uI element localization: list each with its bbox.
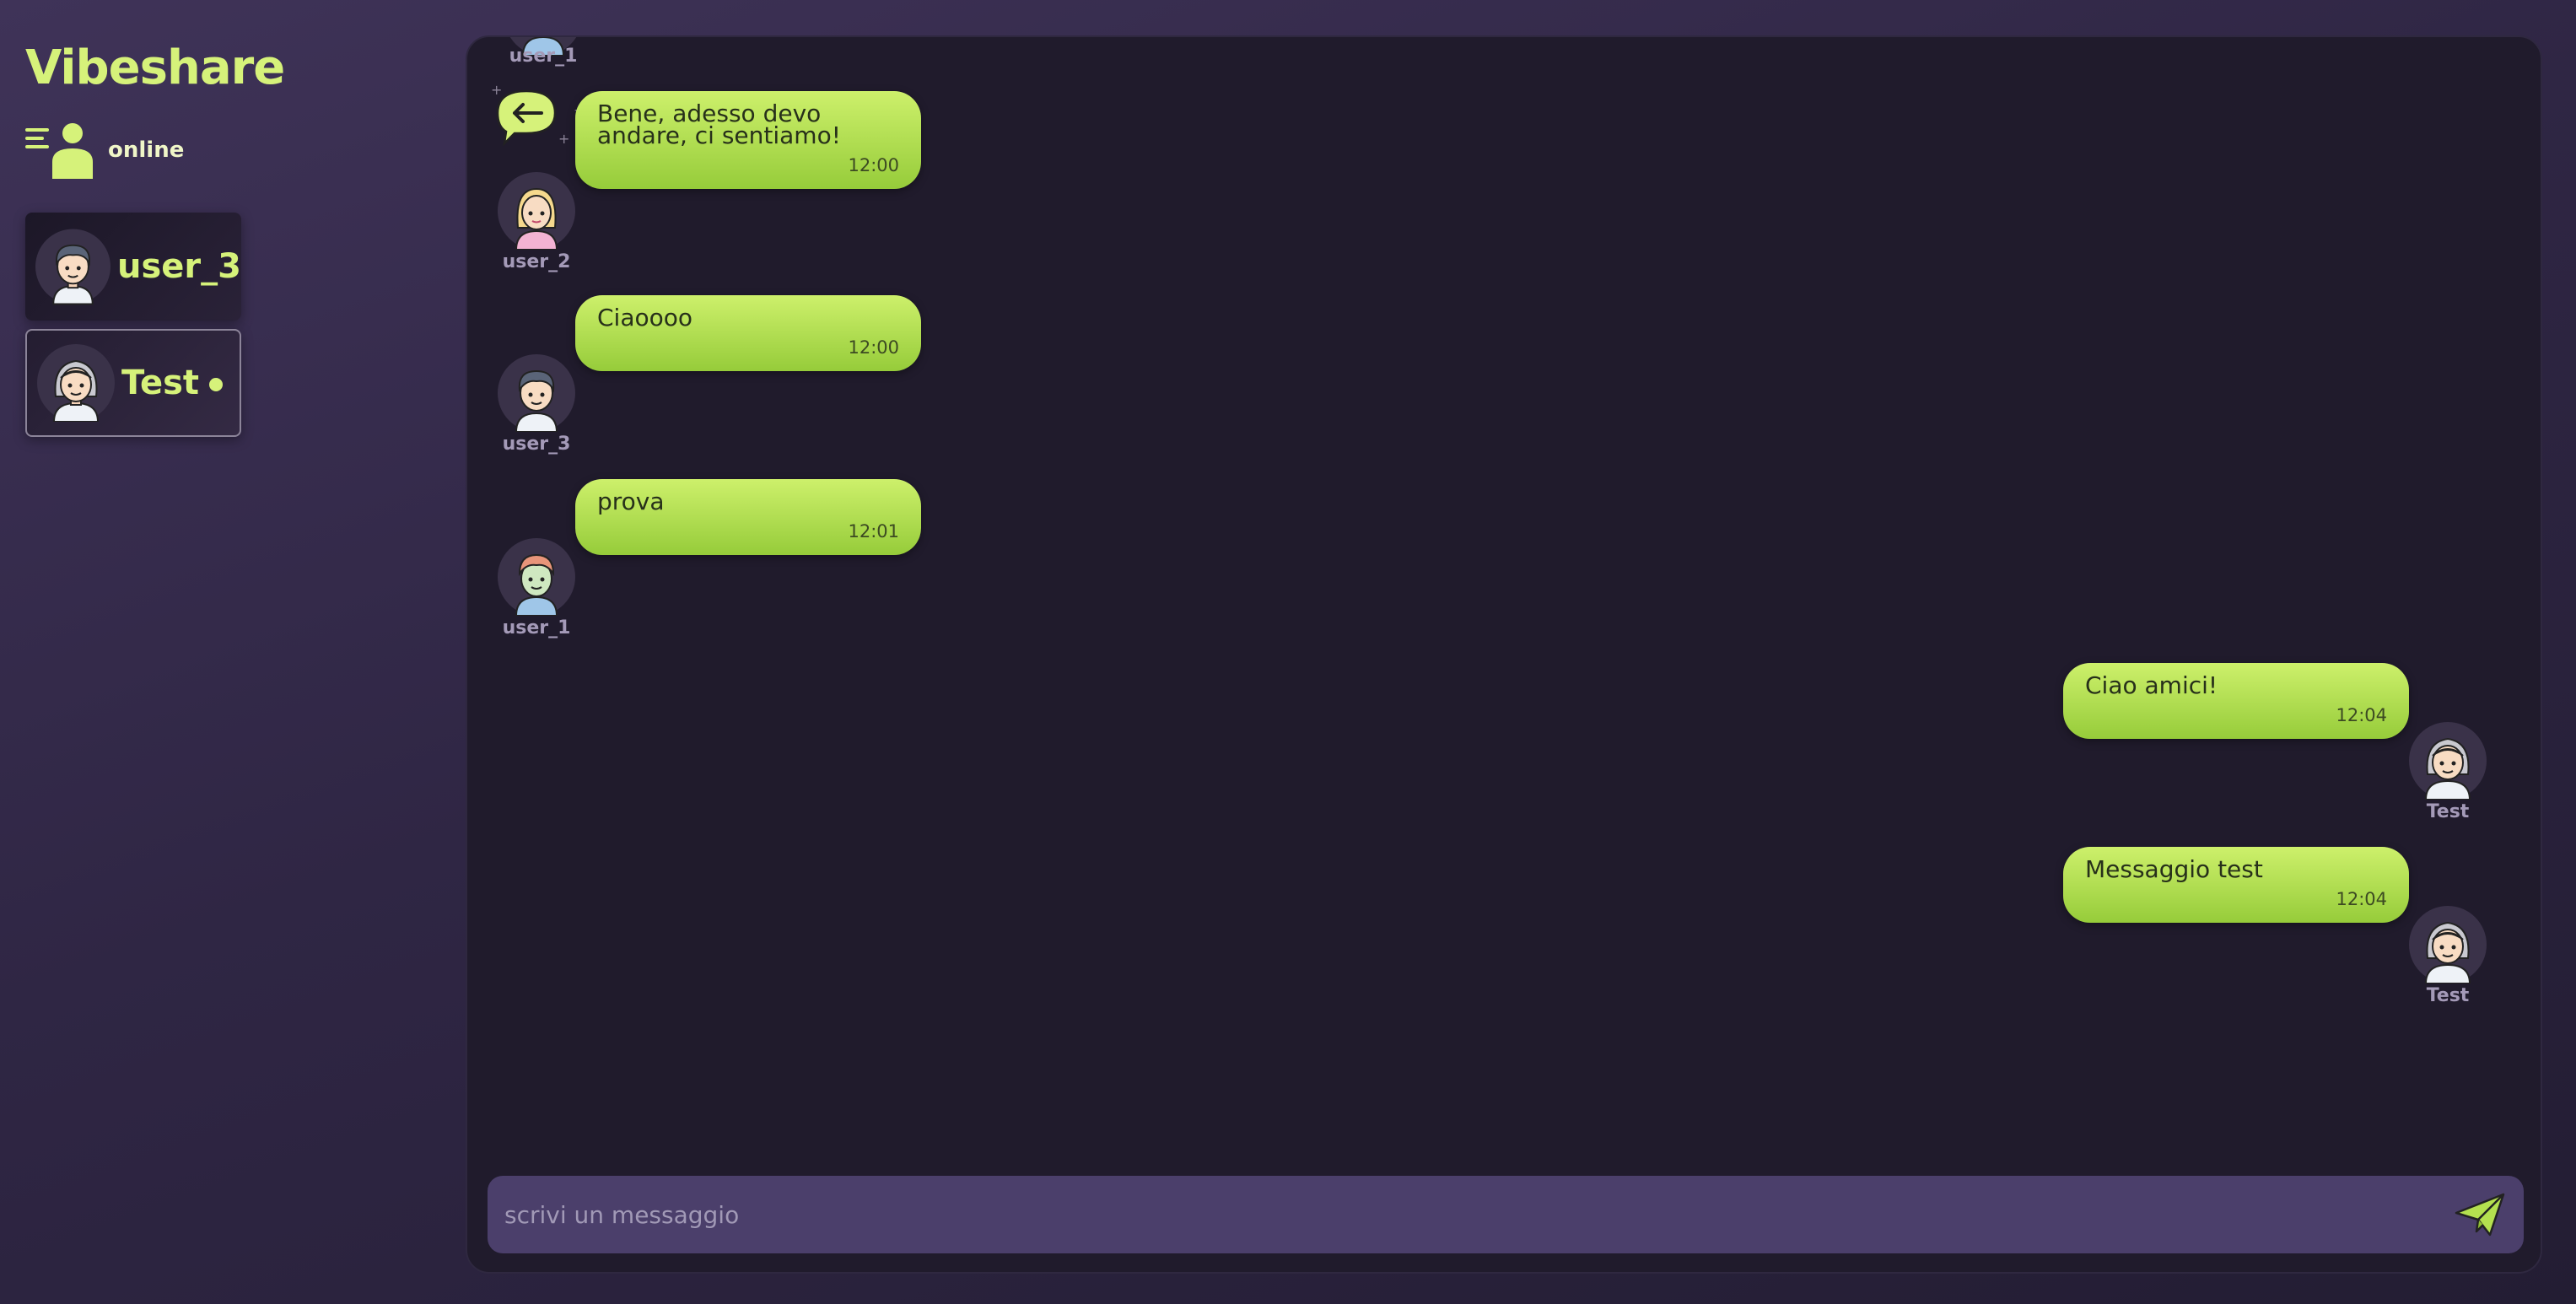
message-bubble: Ciaoooo 12:00 xyxy=(575,295,921,371)
chat-panel[interactable]: user_1 + + + Bene, adesso devo andare, c… xyxy=(466,35,2542,1274)
user-card-user-3[interactable]: user_3 xyxy=(25,213,241,321)
online-users-icon xyxy=(25,123,93,179)
online-users-toggle[interactable]: online xyxy=(25,120,184,181)
author-name: user_1 xyxy=(509,46,578,67)
ginger-boy-avatar-icon xyxy=(498,538,575,616)
message-text: Bene, adesso devo andare, ci sentiamo! xyxy=(597,100,841,149)
svg-text:+: + xyxy=(491,82,502,98)
message-bubble: Messaggio test 12:04 xyxy=(2063,847,2409,923)
message-bubble: Bene, adesso devo andare, ci sentiamo! 1… xyxy=(575,91,921,189)
author-name: Test xyxy=(2426,801,2470,822)
message-time: 12:01 xyxy=(848,521,899,542)
message-text: Ciaoooo xyxy=(597,304,693,331)
message-bubble: prova 12:01 xyxy=(575,479,921,555)
boy-avatar-icon xyxy=(35,229,111,305)
message-bubble: Ciao amici! 12:04 xyxy=(2063,663,2409,739)
author-name: Test xyxy=(2426,985,2470,1006)
message-time: 12:00 xyxy=(848,337,899,358)
user-card-test[interactable]: Test xyxy=(25,329,241,437)
message-text: prova xyxy=(597,488,665,515)
grandma-avatar-icon xyxy=(2409,722,2487,800)
message-text: Ciao amici! xyxy=(2085,671,2218,699)
grandma-avatar-icon xyxy=(37,344,115,422)
svg-text:+: + xyxy=(558,131,569,147)
girl-avatar-icon xyxy=(498,172,575,250)
message-time: 12:04 xyxy=(2336,705,2387,725)
message-input[interactable] xyxy=(504,1176,2453,1253)
message-time: 12:00 xyxy=(848,155,899,175)
active-dot xyxy=(209,378,224,391)
user-card-name: user_3 xyxy=(117,247,241,286)
online-label: online xyxy=(108,137,185,163)
app-logo: Vibeshare xyxy=(25,40,285,95)
author-name: user_2 xyxy=(502,251,571,272)
send-icon[interactable] xyxy=(2453,1191,2507,1238)
message-time: 12:04 xyxy=(2336,889,2387,909)
author-name: user_1 xyxy=(502,617,571,639)
composer-bar xyxy=(488,1176,2524,1253)
boy-avatar-icon xyxy=(498,354,575,432)
message-text: Messaggio test xyxy=(2085,855,2263,883)
user-card-name: Test xyxy=(121,364,224,402)
grandma-avatar-icon xyxy=(2409,906,2487,983)
author-name: user_3 xyxy=(502,434,571,455)
back-arrow-icon[interactable]: + + + xyxy=(486,66,585,147)
